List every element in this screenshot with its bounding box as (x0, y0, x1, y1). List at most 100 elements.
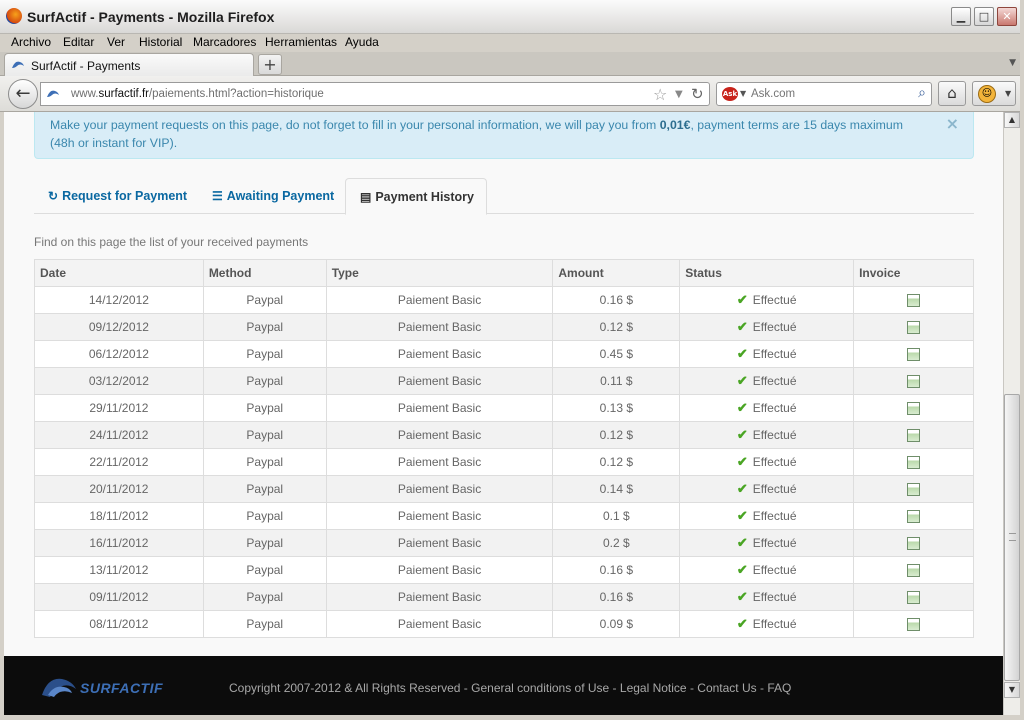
invoice-icon[interactable] (907, 456, 921, 470)
invoice-icon[interactable] (907, 483, 921, 497)
check-icon: ✔ (736, 616, 748, 631)
maximize-button[interactable]: □ (974, 7, 994, 26)
menu-herramientas[interactable]: Herramientas (265, 35, 337, 49)
page-viewport: Make your payment requests on this page,… (4, 112, 1003, 715)
invoice-icon[interactable] (907, 510, 921, 524)
table-row: 08/11/2012 Paypal Paiement Basic 0.09 $ … (34, 610, 974, 638)
footer-link-faq[interactable]: FAQ (767, 681, 791, 695)
url-history-dropdown-icon[interactable]: ▼ (675, 89, 683, 100)
refresh-icon: ↻ (48, 189, 59, 203)
menu-marcadores[interactable]: Marcadores (193, 35, 256, 49)
list-tabs-icon[interactable]: ▼ (1009, 58, 1016, 68)
cell-status: ✔ Effectué (679, 583, 855, 611)
invoice-icon[interactable] (907, 294, 921, 308)
tab-label: Request for Payment (62, 189, 188, 203)
bookmark-star-icon[interactable]: ☆ (653, 85, 667, 104)
back-button[interactable]: ← (8, 79, 38, 109)
addon-face-icon: ☺ (978, 85, 996, 103)
status-text: Effectué (752, 320, 797, 334)
check-icon: ✔ (736, 589, 748, 604)
column-header-date[interactable]: Date (34, 259, 204, 287)
invoice-icon[interactable] (907, 321, 921, 335)
invoice-icon[interactable] (907, 537, 921, 551)
alert-message: Make your payment requests on this page,… (50, 116, 930, 152)
cell-type: Paiement Basic (325, 610, 554, 638)
tab-payment-history[interactable]: ▤ Payment History (345, 178, 487, 215)
footer-link-terms[interactable]: General conditions of Use (471, 681, 609, 695)
footer-link-contact[interactable]: Contact Us (697, 681, 756, 695)
cell-invoice (853, 367, 974, 395)
table-row: 18/11/2012 Paypal Paiement Basic 0.1 $ ✔… (34, 502, 974, 530)
url-bar[interactable]: www.surfactif.fr/paiements.html?action=h… (40, 82, 710, 106)
menu-editar[interactable]: Editar (63, 35, 94, 49)
invoice-icon[interactable] (907, 375, 921, 389)
new-tab-button[interactable]: + (258, 54, 282, 75)
footer-link-legal[interactable]: Legal Notice (620, 681, 687, 695)
reload-icon[interactable]: ↻ (691, 85, 704, 103)
cell-invoice (853, 556, 974, 584)
cell-amount: 0.13 $ (552, 394, 681, 422)
menu-archivo[interactable]: Archivo (11, 35, 51, 49)
surfactif-logo[interactable]: SURFACTIF (40, 673, 170, 699)
search-input[interactable] (751, 86, 901, 102)
search-bar[interactable]: Ask ▼ ⌕ (716, 82, 932, 106)
site-identity-icon (47, 90, 59, 97)
column-header-type[interactable]: Type (325, 259, 554, 287)
url-text[interactable]: www.surfactif.fr/paiements.html?action=h… (71, 88, 324, 100)
column-header-amount[interactable]: Amount (552, 259, 681, 287)
site-footer: SURFACTIF Copyright 2007-2012 & All Righ… (4, 656, 1003, 715)
status-text: Effectué (752, 401, 797, 415)
table-row: 29/11/2012 Paypal Paiement Basic 0.13 $ … (34, 394, 974, 422)
alert-close-button[interactable]: × (946, 114, 959, 133)
home-button[interactable]: ⌂ (938, 81, 966, 106)
browser-tab[interactable]: SurfActif - Payments (4, 53, 254, 77)
tab-request-for-payment[interactable]: ↻ Request for Payment (34, 178, 199, 214)
search-engine-dropdown-icon[interactable]: ▼ (740, 89, 746, 98)
scroll-down-button[interactable]: ▼ (1004, 682, 1020, 698)
table-row: 24/11/2012 Paypal Paiement Basic 0.12 $ … (34, 421, 974, 449)
cell-status: ✔ Effectué (679, 421, 855, 449)
invoice-icon[interactable] (907, 429, 921, 443)
addon-button[interactable]: ☺ ▼ (972, 81, 1016, 106)
menu-ayuda[interactable]: Ayuda (345, 35, 379, 49)
scroll-thumb[interactable] (1004, 394, 1020, 681)
footer-links: Copyright 2007-2012 & All Rights Reserve… (229, 681, 791, 695)
minimize-button[interactable]: ▁ (951, 7, 971, 26)
back-arrow-icon: ← (15, 83, 31, 104)
status-text: Effectué (752, 563, 797, 577)
cell-amount: 0.1 $ (552, 502, 681, 530)
search-magnifier-icon[interactable]: ⌕ (918, 85, 926, 101)
invoice-icon[interactable] (907, 618, 921, 632)
cell-date: 09/11/2012 (34, 583, 204, 611)
ask-engine-icon[interactable]: Ask (722, 87, 738, 101)
menu-historial[interactable]: Historial (139, 35, 182, 49)
invoice-icon[interactable] (907, 348, 921, 362)
cell-amount: 0.09 $ (552, 610, 681, 638)
firefox-logo-icon (6, 8, 22, 24)
cell-invoice (853, 583, 974, 611)
cell-invoice (853, 286, 974, 314)
scroll-up-button[interactable]: ▲ (1004, 112, 1020, 128)
vertical-scrollbar[interactable]: ▲ ▼ (1003, 112, 1020, 715)
invoice-icon[interactable] (907, 591, 921, 605)
cell-date: 20/11/2012 (34, 475, 204, 503)
cell-status: ✔ Effectué (679, 475, 855, 503)
status-text: Effectué (752, 455, 797, 469)
cell-invoice (853, 394, 974, 422)
check-icon: ✔ (736, 400, 748, 415)
tab-awaiting-payment[interactable]: ☰ Awaiting Payment (198, 178, 346, 214)
cell-amount: 0.16 $ (552, 286, 681, 314)
invoice-icon[interactable] (907, 564, 921, 578)
column-header-method[interactable]: Method (202, 259, 327, 287)
cell-status: ✔ Effectué (679, 367, 855, 395)
column-header-status[interactable]: Status (679, 259, 855, 287)
footer-separator: - (609, 681, 620, 695)
table-row: 22/11/2012 Paypal Paiement Basic 0.12 $ … (34, 448, 974, 476)
cell-amount: 0.16 $ (552, 583, 681, 611)
close-window-button[interactable]: ✕ (997, 7, 1017, 26)
column-header-invoice[interactable]: Invoice (853, 259, 974, 287)
menu-ver[interactable]: Ver (107, 35, 125, 49)
addon-dropdown-icon[interactable]: ▼ (1005, 89, 1011, 98)
cell-date: 16/11/2012 (34, 529, 204, 557)
invoice-icon[interactable] (907, 402, 921, 416)
